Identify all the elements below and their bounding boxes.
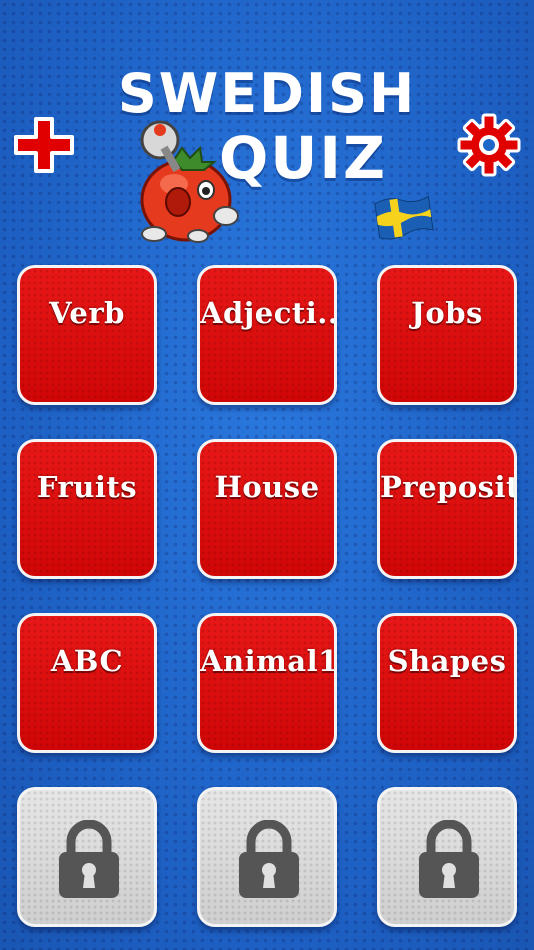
category-label: Adjecti... bbox=[200, 296, 337, 330]
category-abc-button[interactable]: ABC bbox=[17, 613, 157, 753]
category-house-button[interactable]: House bbox=[197, 439, 337, 579]
category-label: Preposit... bbox=[380, 470, 517, 504]
category-adjectives-button[interactable]: Adjecti... bbox=[197, 265, 337, 405]
category-label: Jobs bbox=[411, 296, 483, 330]
app-title-line2: QUIZ bbox=[218, 124, 388, 192]
category-label: ABC bbox=[50, 644, 124, 678]
app-title-line1: SWEDISH bbox=[117, 62, 417, 125]
category-jobs-button[interactable]: Jobs bbox=[377, 265, 517, 405]
category-verb-button[interactable]: Verb bbox=[17, 265, 157, 405]
category-label: Verb bbox=[49, 296, 125, 330]
category-label: Shapes bbox=[387, 644, 507, 678]
category-prepositions-button[interactable]: Preposit... bbox=[377, 439, 517, 579]
locked-category-button[interactable] bbox=[377, 787, 517, 927]
lock-icon bbox=[59, 820, 119, 898]
locked-category-button[interactable] bbox=[197, 787, 337, 927]
lock-icon bbox=[239, 820, 299, 898]
locked-category-button[interactable] bbox=[17, 787, 157, 927]
lock-icon bbox=[419, 820, 479, 898]
category-shapes-button[interactable]: Shapes bbox=[377, 613, 517, 753]
swedish-flag-icon bbox=[374, 195, 434, 240]
category-label: Animal1 bbox=[200, 644, 337, 678]
tomato-mascot-icon bbox=[140, 120, 239, 243]
category-label: House bbox=[214, 470, 320, 504]
category-animal1-button[interactable]: Animal1 bbox=[197, 613, 337, 753]
category-label: Fruits bbox=[36, 470, 138, 504]
category-fruits-button[interactable]: Fruits bbox=[17, 439, 157, 579]
